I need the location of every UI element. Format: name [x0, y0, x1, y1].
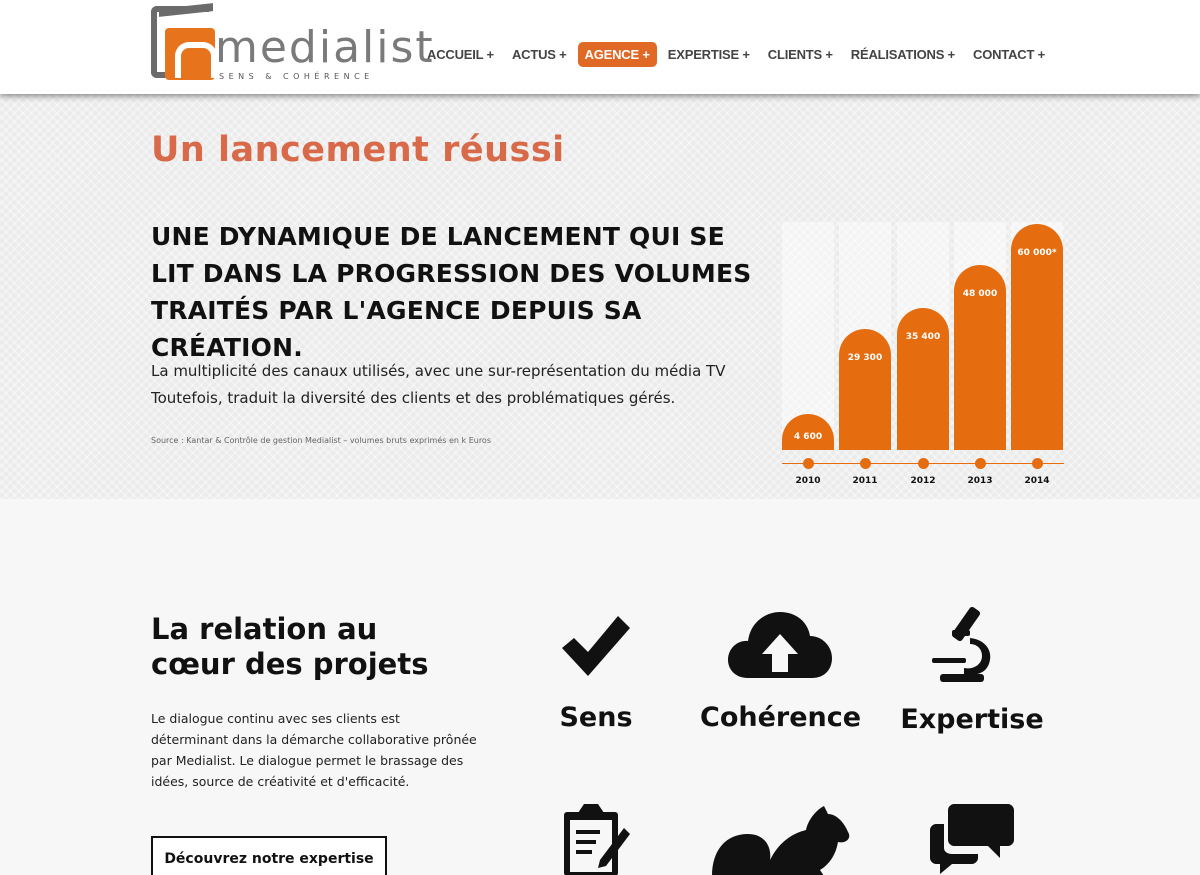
microscope-icon [932, 606, 991, 682]
relation-title-line1: La relation au [151, 612, 378, 646]
chart-bar-2011 [839, 329, 891, 450]
main-nav: ACCUEIL + ACTUS + AGENCE + EXPERTISE + C… [420, 42, 1056, 67]
relation-title-line2: cœur des projets [151, 647, 429, 681]
clipboard-icon [564, 804, 630, 875]
chart-axis-dot [975, 458, 986, 469]
feature-label-coherence: Cohérence [700, 702, 862, 733]
logo-tagline: SENS & COHÉRENCE [219, 72, 374, 81]
nav-contact[interactable]: CONTACT + [966, 42, 1052, 67]
chart-tick-label: 2012 [910, 476, 936, 486]
chart-tick-label: 2010 [795, 476, 821, 486]
chart-data-label: 29 300 [847, 353, 883, 364]
chart-tick-label: 2011 [852, 476, 878, 486]
nav-agence[interactable]: AGENCE + [577, 42, 657, 67]
discover-expertise-button[interactable]: Découvrez notre expertise [151, 836, 387, 875]
nav-accueil[interactable]: ACCUEIL + [420, 42, 501, 67]
feature-label-sens: Sens [559, 702, 633, 733]
nav-actus[interactable]: ACTUS + [505, 42, 574, 67]
chart-axis-dot [803, 458, 814, 469]
squirrel-icon [712, 806, 850, 875]
chart-data-label: 4 600 [793, 432, 823, 442]
chart-axis-dot [1032, 458, 1043, 469]
chart-data-label: 35 400 [905, 332, 941, 343]
relation-paragraph: Le dialogue continu avec ses clients est… [151, 711, 477, 789]
medialist-logo[interactable]: medialist SENS & COHÉRENCE [151, 6, 433, 82]
chat-bubbles-icon [930, 804, 1014, 874]
logo-m-block [165, 28, 217, 80]
chart-data-label: 48 000 [962, 289, 998, 300]
nav-expertise[interactable]: EXPERTISE + [661, 42, 757, 67]
feature-label-expertise: Expertise [900, 704, 1044, 735]
chart-axis-dot [918, 458, 929, 469]
hero-paragraph: La multiplicité des canaux utilisés, ave… [151, 362, 726, 407]
chart-source-note: Source : Kantar & Contrôle de gestion Me… [151, 436, 491, 445]
hero-heading: UNE DYNAMIQUE DE LANCEMENT QUI SE LIT DA… [151, 222, 752, 362]
chart-tick-label: 2014 [1024, 476, 1050, 486]
nav-clients[interactable]: CLIENTS + [761, 42, 840, 67]
site-header: medialist SENS & COHÉRENCE ACCUEIL + ACT… [0, 0, 1200, 94]
chart-tick-label: 2013 [967, 476, 993, 486]
nav-realisations[interactable]: RÉALISATIONS + [844, 42, 962, 67]
relation-title: La relation au cœur des projets [151, 612, 428, 682]
checkmark-icon [562, 616, 630, 676]
volumes-bar-chart: 4 600 2010 29 300 2011 35 400 2012 48 000 2013 6… [780, 222, 1070, 492]
chart-axis-dot [860, 458, 871, 469]
chart-data-label: 60 000* [1017, 248, 1057, 258]
cloud-upload-icon [728, 612, 832, 678]
page-title: Un lancement réussi [151, 130, 565, 170]
chart-bar-2012 [897, 308, 949, 450]
logo-wordmark: medialist [215, 22, 435, 73]
